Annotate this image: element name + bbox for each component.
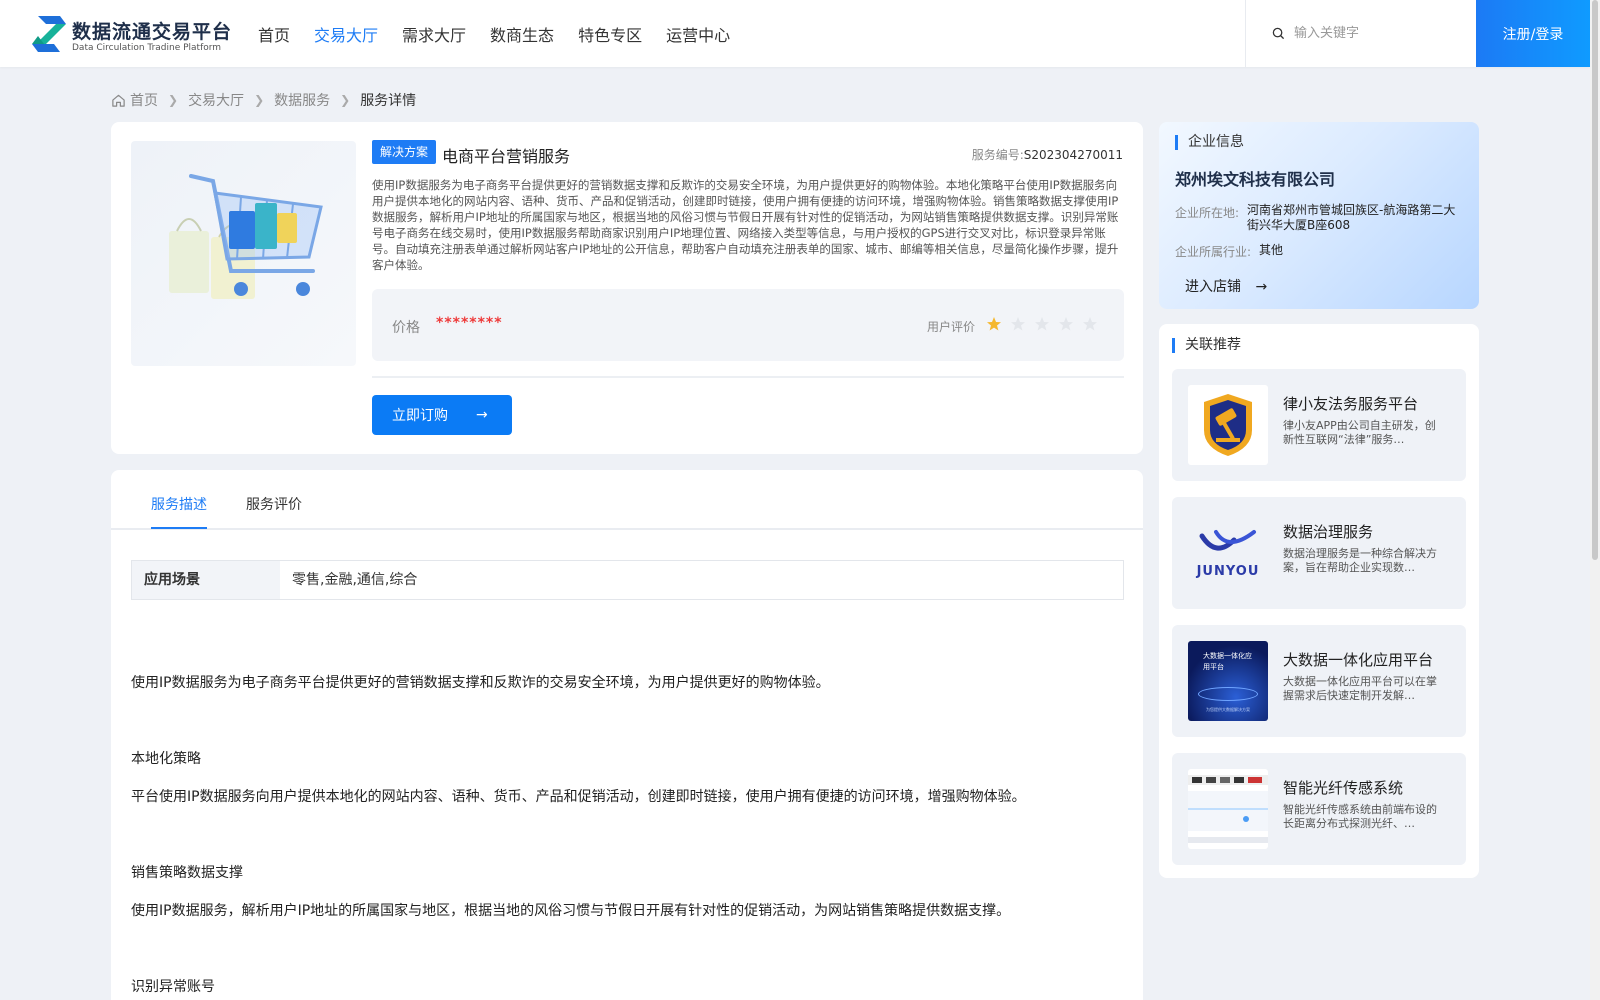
search-input[interactable] (1294, 20, 1464, 46)
scene-key: 应用场景 (132, 561, 280, 599)
related-recommendations: 关联推荐 律小友法务服务平台 律小友APP由公司自主研发，创新性互联网“法律”服… (1159, 324, 1479, 878)
description-paragraph: 使用IP数据服务为电子商务平台提供更好的营销数据支撑和反欺诈的交易安全环境，为用… (131, 675, 830, 691)
star-icon[interactable] (1082, 316, 1098, 332)
order-now-button[interactable]: 立即订购 → (372, 395, 512, 435)
bigdata-thumb-caption: 为您提供大数据解决方案 (1206, 707, 1250, 712)
related-item-desc: 智能光纤传感系统由前端布设的长距离分布式探测光纤、… (1283, 803, 1437, 830)
nav-home[interactable]: 首页 (258, 22, 290, 46)
scene-table: 应用场景 零售,金融,通信,综合 (131, 560, 1124, 600)
arrow-right-icon: → (476, 407, 488, 423)
description-paragraph: 使用IP数据服务，解析用户IP地址的所属国家与地区，根据当地的风俗习惯与节假日开… (131, 903, 1011, 919)
star-icon[interactable] (1010, 316, 1026, 332)
bigdata-thumb-text: 大数据一体化应用平台 (1203, 652, 1252, 671)
section-heading: 识别异常账号 (131, 979, 215, 995)
main-nav: 首页 交易大厅 需求大厅 数商生态 特色专区 运营中心 (258, 22, 754, 46)
breadcrumb-trading-hall[interactable]: 交易大厅 (188, 90, 244, 110)
detail-card: 服务描述 服务评价 应用场景 零售,金融,通信,综合 使用IP数据服务为电子商务… (111, 470, 1143, 1000)
logo-subtitle: Data Circulation Tradine Platform (72, 43, 222, 53)
related-section-title: 关联推荐 (1172, 338, 1241, 353)
logo-mark-icon (32, 16, 66, 52)
industry-value: 其他 (1259, 243, 1284, 257)
related-item-desc: 律小友APP由公司自主研发，创新性互联网“法律”服务… (1283, 419, 1436, 446)
company-info-card: 企业信息 郑州埃文科技有限公司 企业所在地: 河南省郑州市管城回族区-航海路第二… (1159, 122, 1479, 309)
product-card: 解决方案 电商平台营销服务 服务编号:S202304270011 使用IP数据服… (111, 122, 1143, 454)
shield-gavel-icon (1188, 385, 1268, 465)
service-number: 服务编号:S202304270011 (972, 146, 1123, 163)
nav-featured-zone[interactable]: 特色专区 (578, 22, 642, 46)
section-heading: 销售策略数据支撑 (131, 865, 243, 881)
nav-demand-hall[interactable]: 需求大厅 (402, 22, 466, 46)
breadcrumb-data-service[interactable]: 数据服务 (274, 90, 330, 110)
section-heading: 本地化策略 (131, 751, 201, 767)
shopping-cart-icon (169, 174, 323, 299)
active-tab-indicator (151, 527, 207, 529)
nav-operation-center[interactable]: 运营中心 (666, 22, 730, 46)
product-image (131, 141, 356, 366)
order-now-label: 立即订购 (392, 408, 448, 424)
chevron-right-icon: ❯ (168, 93, 179, 107)
nav-ecosystem[interactable]: 数商生态 (490, 22, 554, 46)
breadcrumb-home[interactable]: 首页 (130, 90, 158, 110)
login-register-button[interactable]: 注册/登录 (1476, 0, 1590, 67)
breadcrumb-current: 服务详情 (360, 93, 417, 109)
industry-label: 企业所属行业: (1175, 245, 1252, 259)
rating-stars[interactable] (986, 316, 1106, 332)
product-description: 使用IP数据服务为电子商务平台提供更好的营销数据支撑和反欺诈的交易安全环境，为用… (372, 178, 1119, 272)
related-item[interactable]: 律小友法务服务平台 律小友APP由公司自主研发，创新性互联网“法律”服务… (1172, 369, 1466, 481)
star-icon[interactable] (1058, 316, 1074, 332)
enter-store-link[interactable]: 进入店铺 → (1185, 276, 1267, 296)
related-item[interactable]: 大数据一体化应用平台 为您提供大数据解决方案 大数据一体化应用平台 大数据一体化… (1172, 625, 1466, 737)
related-item-title: 律小友法务服务平台 (1283, 395, 1419, 413)
search-box (1245, 0, 1475, 67)
service-number-value: S202304270011 (1023, 148, 1123, 162)
logo-title: 数据流通交易平台 (72, 21, 233, 43)
scene-value: 零售,金融,通信,综合 (292, 572, 418, 588)
enter-store-label: 进入店铺 (1185, 279, 1241, 295)
solution-tag: 解决方案 (372, 140, 437, 164)
bigdata-thumb: 大数据一体化应用平台 为您提供大数据解决方案 (1188, 641, 1268, 721)
related-item-title: 大数据一体化应用平台 (1283, 651, 1434, 669)
chevron-right-icon: ❯ (340, 93, 351, 107)
arrow-right-icon: → (1255, 279, 1268, 295)
breadcrumb: 首页 ❯ 交易大厅 ❯ 数据服务 ❯ 服务详情 (111, 90, 416, 110)
top-header: 数据流通交易平台 Data Circulation Tradine Platfo… (0, 0, 1590, 67)
related-item-desc: 大数据一体化应用平台可以在掌握需求后快速定制开发解… (1283, 675, 1437, 702)
service-number-label: 服务编号: (971, 148, 1024, 162)
tab-service-review[interactable]: 服务评价 (246, 494, 302, 514)
price-label: 价格 (392, 320, 420, 336)
related-item-title: 智能光纤传感系统 (1283, 779, 1404, 797)
location-label: 企业所在地: (1175, 206, 1240, 220)
company-section-title: 企业信息 (1175, 135, 1244, 150)
fiber-thumb (1188, 769, 1268, 849)
divider (372, 376, 1124, 378)
tab-service-description[interactable]: 服务描述 (151, 494, 207, 514)
junyou-logo: JUNYOU (1188, 513, 1268, 593)
price-box: 价格 ******** 用户评价 (372, 289, 1124, 361)
detail-tabs: 服务描述 服务评价 (111, 470, 1143, 530)
rating-label: 用户评价 (927, 320, 976, 334)
related-item[interactable]: JUNYOU 数据治理服务 数据治理服务是一种综合解决方案，旨在帮助企业实现数… (1172, 497, 1466, 609)
company-name: 郑州埃文科技有限公司 (1175, 170, 1336, 189)
price-value: ******** (436, 315, 503, 331)
scrollbar-thumb[interactable] (1592, 0, 1598, 560)
description-paragraph: 平台使用IP数据服务向用户提供本地化的网站内容、语种、货币、产品和促销活动，创建… (131, 789, 1026, 805)
bigdata-ring (1198, 687, 1258, 701)
related-item-title: 数据治理服务 (1283, 523, 1374, 541)
product-title: 电商平台营销服务 (442, 147, 571, 166)
junyou-logo-text: JUNYOU (1196, 563, 1260, 579)
star-icon[interactable] (986, 316, 1002, 332)
nav-trading-hall[interactable]: 交易大厅 (314, 22, 378, 46)
related-item[interactable]: 智能光纤传感系统 智能光纤传感系统由前端布设的长距离分布式探测光纤、… (1172, 753, 1466, 865)
search-icon[interactable] (1272, 27, 1285, 40)
location-value: 河南省郑州市管城回族区-航海路第二大街兴华大厦B座608 (1247, 203, 1456, 232)
home-icon (112, 94, 125, 107)
star-icon[interactable] (1034, 316, 1050, 332)
platform-logo[interactable]: 数据流通交易平台 Data Circulation Tradine Platfo… (30, 14, 233, 56)
chevron-right-icon: ❯ (254, 93, 265, 107)
related-item-desc: 数据治理服务是一种综合解决方案，旨在帮助企业实现数… (1283, 547, 1437, 574)
